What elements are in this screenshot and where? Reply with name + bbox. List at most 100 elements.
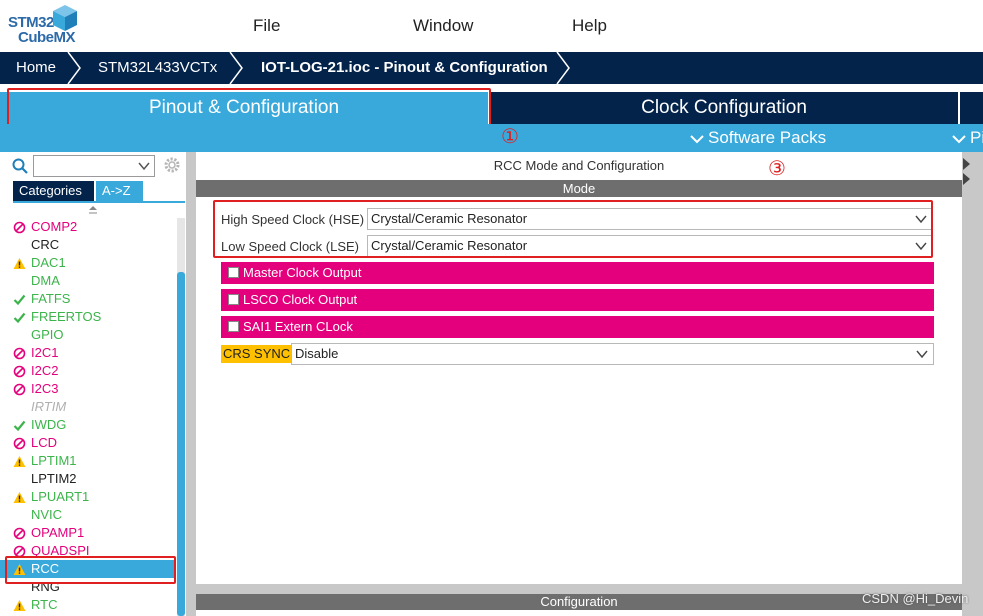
- list-item[interactable]: NVIC: [0, 506, 176, 524]
- triangle-right-icon[interactable]: [962, 156, 972, 186]
- checkbox-box[interactable]: [228, 267, 239, 278]
- annotation-marker-3: ③: [768, 156, 786, 180]
- chevron-down-icon: [915, 242, 927, 251]
- list-item[interactable]: IWDG: [0, 416, 176, 434]
- list-item[interactable]: OPAMP1: [0, 524, 176, 542]
- tab-a-to-z[interactable]: A->Z: [96, 181, 143, 201]
- list-item[interactable]: FREERTOS: [0, 308, 176, 326]
- tab-categories[interactable]: Categories: [13, 181, 94, 201]
- checkmark-icon: [13, 312, 26, 324]
- menu-window[interactable]: Window: [413, 16, 473, 36]
- list-item[interactable]: DAC1: [0, 254, 176, 272]
- list-item-label: IWDG: [31, 417, 67, 432]
- list-item[interactable]: QUADSPI: [0, 542, 176, 560]
- watermark: CSDN @Hi_Devin: [862, 591, 969, 606]
- list-item-label: NVIC: [31, 507, 63, 522]
- checkmark-icon: [13, 294, 26, 306]
- lsco-clock-output-checkbox[interactable]: LSCO Clock Output: [221, 289, 934, 311]
- pinout-menu[interactable]: Pi: [952, 124, 983, 152]
- list-item-label: LCD: [31, 435, 58, 450]
- lse-label: Low Speed Clock (LSE): [221, 239, 360, 254]
- sub-toolbar: Software Packs Pi: [0, 124, 983, 152]
- master-clock-output-checkbox[interactable]: Master Clock Output: [221, 262, 934, 284]
- tab-underline: [13, 201, 185, 203]
- sai1-extern-clock-checkbox[interactable]: SAI1 Extern CLock: [221, 316, 934, 338]
- breadcrumb-mcu[interactable]: STM32L433VCTx: [98, 52, 217, 84]
- chevron-down-icon: [915, 215, 927, 224]
- list-item[interactable]: I2C1: [0, 344, 176, 362]
- list-item[interactable]: LPTIM1: [0, 452, 176, 470]
- cube-logo-icon: [53, 5, 77, 31]
- list-item-label: QUADSPI: [31, 543, 90, 558]
- list-item-label: LPTIM1: [31, 453, 77, 468]
- list-item[interactable]: LCD: [0, 434, 176, 452]
- tab-overflow[interactable]: [960, 92, 983, 124]
- list-item-label: GPIO: [31, 327, 64, 342]
- annotation-marker-1: ①: [501, 124, 519, 148]
- warning-icon: [13, 600, 26, 611]
- crs-sync-select[interactable]: Disable: [291, 343, 934, 365]
- list-item[interactable]: LPTIM2: [0, 470, 176, 488]
- software-packs-label: Software Packs: [708, 128, 827, 147]
- chevron-down-icon[interactable]: [138, 160, 150, 172]
- hse-label: High Speed Clock (HSE): [221, 212, 365, 227]
- warning-icon: [13, 564, 26, 575]
- list-scrollbar-thumb[interactable]: [177, 272, 185, 616]
- lse-value: Crystal/Ceramic Resonator: [371, 238, 528, 253]
- sort-arrow-icon[interactable]: [88, 206, 98, 216]
- list-item-label: DAC1: [31, 255, 66, 270]
- search-input[interactable]: [33, 155, 155, 177]
- disabled-icon: [13, 365, 26, 378]
- list-item[interactable]: IRTIM: [0, 398, 176, 416]
- panel-title: RCC Mode and Configuration: [493, 158, 665, 173]
- tab-clock-configuration[interactable]: Clock Configuration: [490, 92, 958, 124]
- list-item[interactable]: FATFS: [0, 290, 176, 308]
- list-item[interactable]: DMA: [0, 272, 176, 290]
- list-item-label: LPTIM2: [31, 471, 77, 486]
- list-item-label: OPAMP1: [31, 525, 85, 540]
- component-list: COMP2 CRC DAC1 DMA FATFS FREERTOS GPIO I2C1 I2C2…: [0, 218, 176, 614]
- checkbox-box[interactable]: [228, 321, 239, 332]
- crs-sync-label: CRS SYNC: [221, 345, 293, 363]
- list-item-label: RCC: [31, 561, 60, 576]
- menu-file[interactable]: File: [253, 16, 280, 36]
- list-item[interactable]: I2C3: [0, 380, 176, 398]
- breadcrumb-project[interactable]: IOT-LOG-21.ioc - Pinout & Configuration: [261, 52, 548, 84]
- tab-pinout-configuration[interactable]: Pinout & Configuration: [0, 92, 488, 124]
- breadcrumb-home[interactable]: Home: [16, 52, 56, 84]
- list-item[interactable]: LPUART1: [0, 488, 176, 506]
- menu-help[interactable]: Help: [572, 16, 607, 36]
- search-icon[interactable]: [12, 158, 28, 174]
- hse-select[interactable]: Crystal/Ceramic Resonator: [367, 208, 933, 230]
- list-item[interactable]: RTC: [0, 596, 176, 614]
- list-item-label: DMA: [31, 273, 60, 288]
- list-item[interactable]: COMP2: [0, 218, 176, 236]
- lse-select[interactable]: Crystal/Ceramic Resonator: [367, 235, 933, 257]
- warning-icon: [13, 492, 26, 503]
- warning-icon: [13, 258, 26, 269]
- right-side-collapse-bar[interactable]: [962, 152, 983, 616]
- list-item-label: FREERTOS: [31, 309, 102, 324]
- list-item[interactable]: I2C2: [0, 362, 176, 380]
- list-item[interactable]: RCC: [0, 560, 176, 578]
- panel-splitter[interactable]: [186, 152, 196, 616]
- checkbox-box[interactable]: [228, 294, 239, 305]
- checkbox-label: Master Clock Output: [243, 265, 362, 280]
- top-menu-bar: STM32 CubeMX File Window Help: [0, 0, 983, 52]
- list-item[interactable]: CRC: [0, 236, 176, 254]
- disabled-icon: [13, 545, 26, 558]
- stm32cubemx-logo: STM32 CubeMX: [8, 4, 80, 48]
- gear-icon[interactable]: [163, 156, 181, 174]
- list-item-label: RNG: [31, 579, 60, 594]
- breadcrumb-chevron-icon: [67, 52, 81, 84]
- software-packs-menu[interactable]: Software Packs: [690, 124, 826, 152]
- list-item-label: LPUART1: [31, 489, 90, 504]
- panel-splitter-horizontal[interactable]: [196, 584, 962, 594]
- list-item[interactable]: GPIO: [0, 326, 176, 344]
- list-item-label: IRTIM: [31, 399, 67, 414]
- configuration-header: Configuration: [196, 594, 962, 610]
- list-item[interactable]: RNG: [0, 578, 176, 596]
- mode-header: Mode: [196, 180, 962, 197]
- pinout-menu-label: Pi: [970, 128, 983, 147]
- checkmark-icon: [13, 420, 26, 432]
